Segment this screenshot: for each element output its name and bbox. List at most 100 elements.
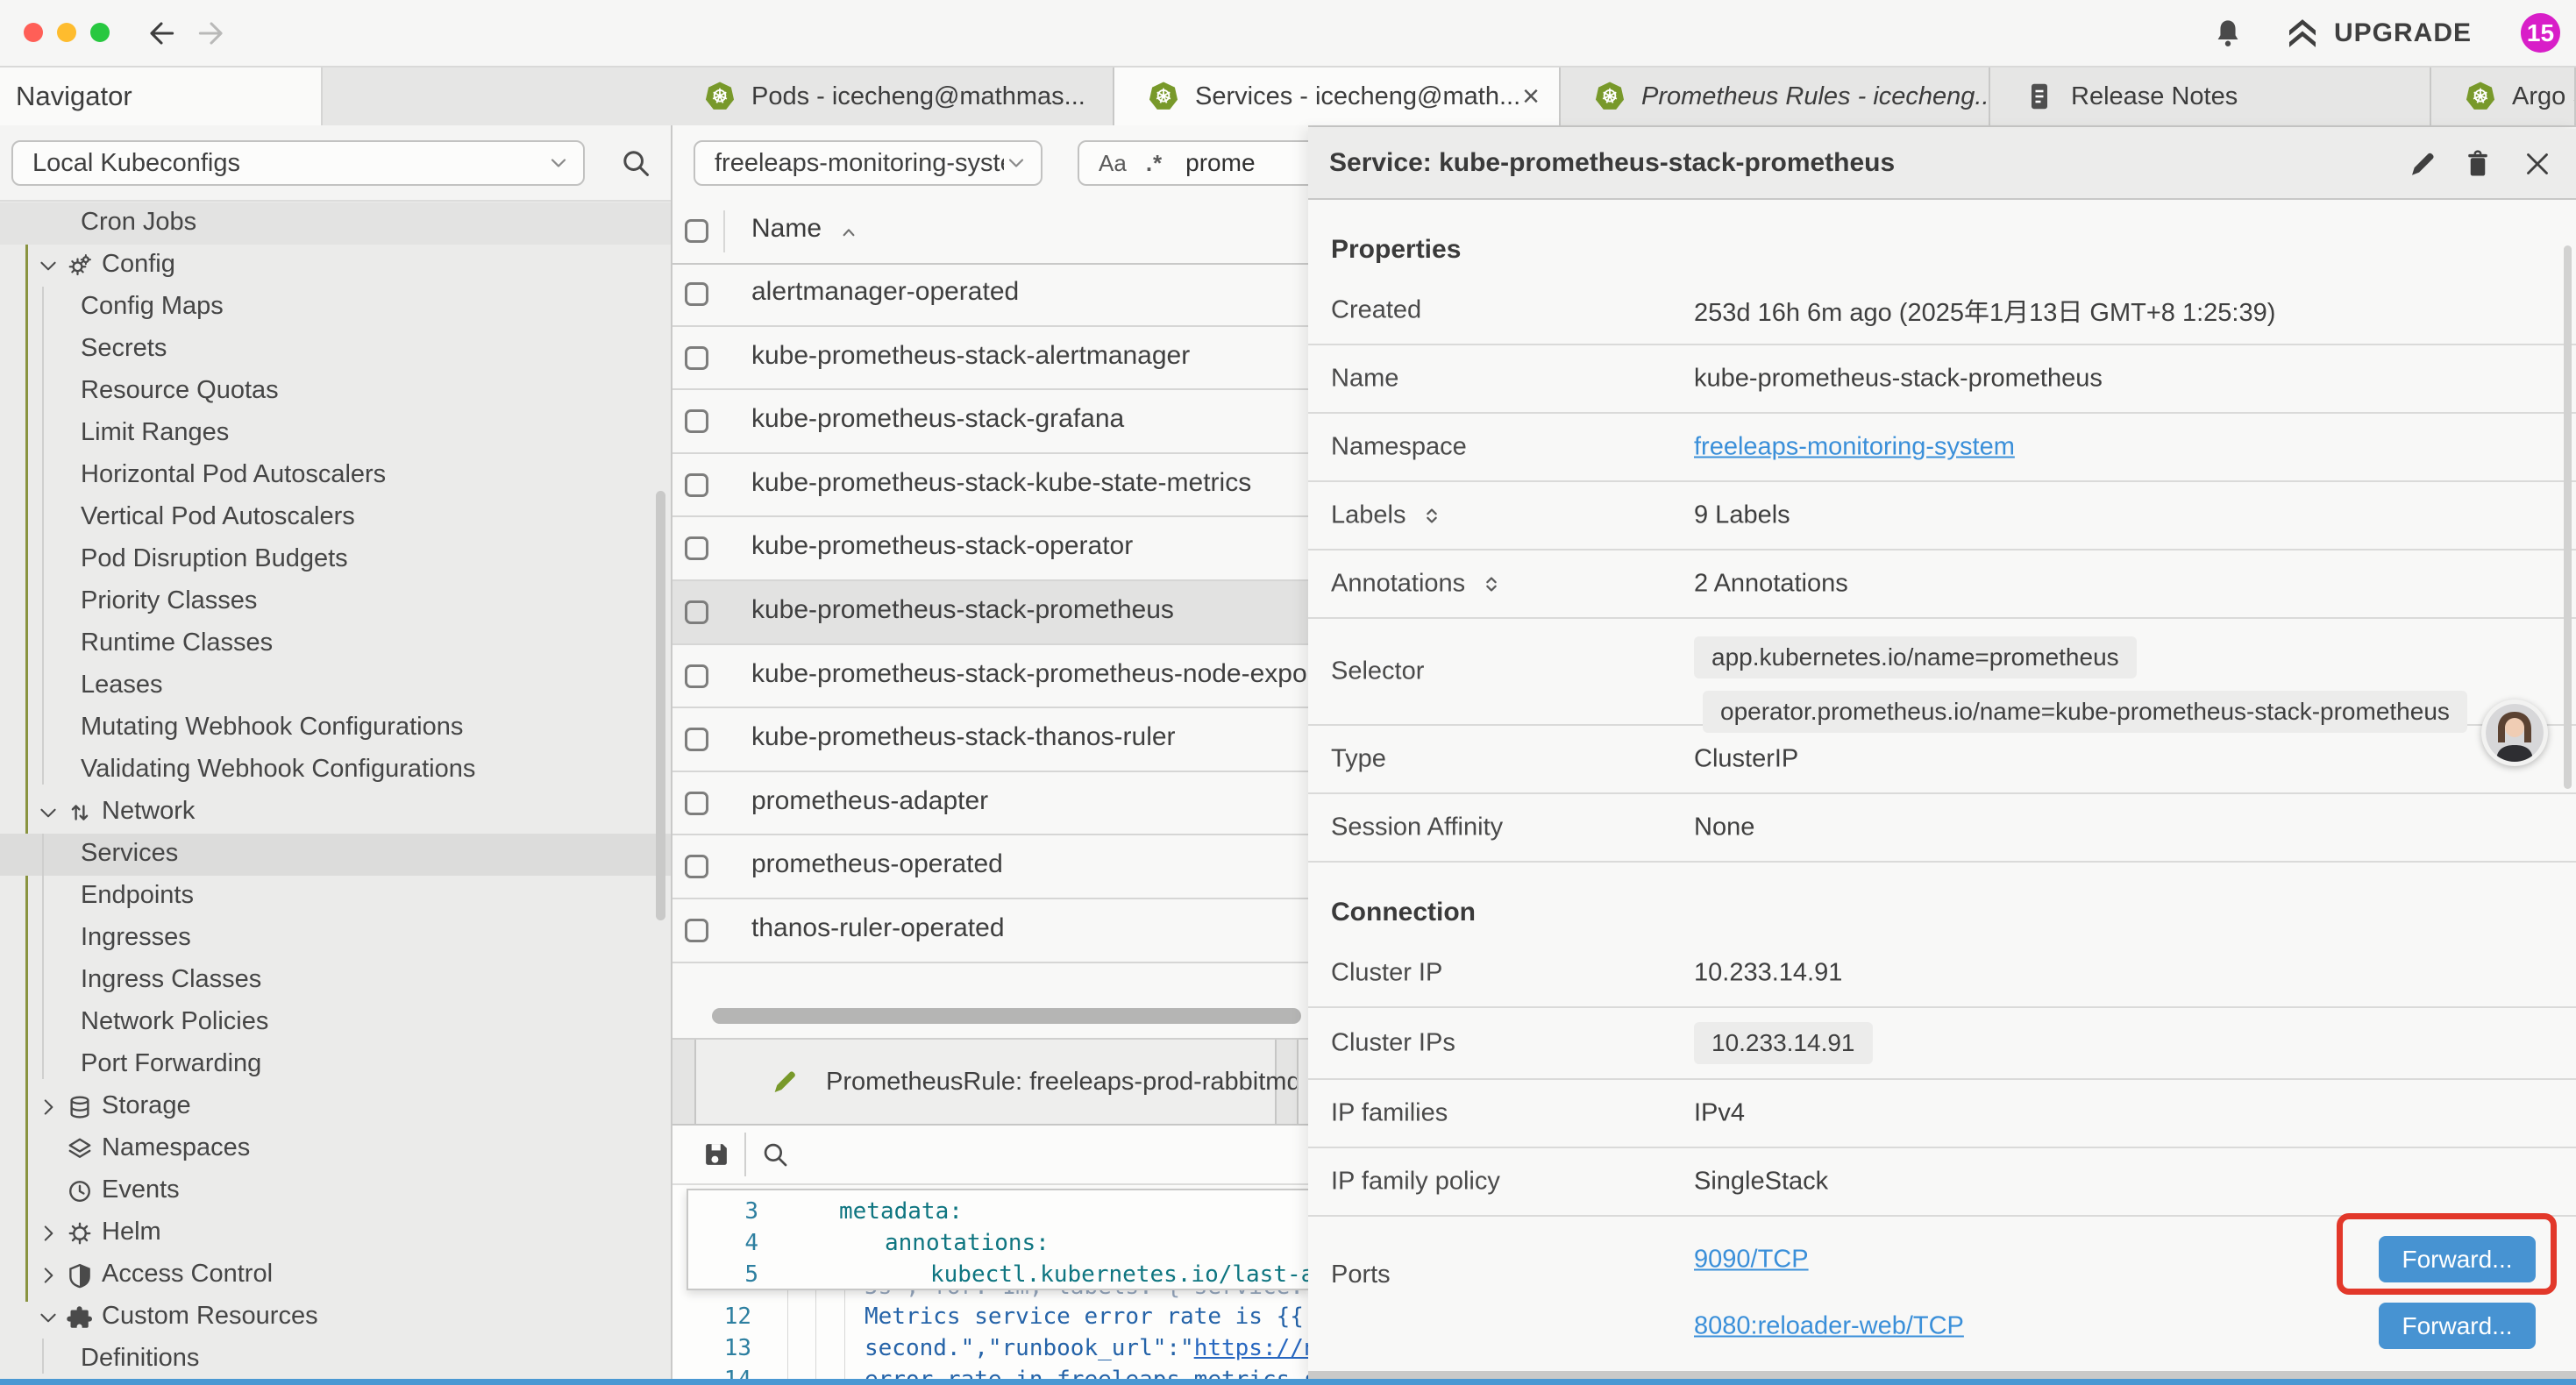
sidebar-item-storage[interactable]: Storage xyxy=(0,1086,671,1128)
port-link[interactable]: 9090/TCP xyxy=(1694,1246,1809,1275)
sidebar-item-pod-disruption-budgets[interactable]: Pod Disruption Budgets xyxy=(0,539,671,581)
table-row[interactable]: kube-prometheus-stack-thanos-ruler xyxy=(672,708,1308,772)
chevron-down-icon[interactable] xyxy=(37,254,60,277)
sidebar-item-horizontal-pod-autoscalers[interactable]: Horizontal Pod Autoscalers xyxy=(0,455,671,497)
chevron-right-icon[interactable] xyxy=(37,1264,60,1287)
sidebar-item-leases[interactable]: Leases xyxy=(0,665,671,707)
sidebar-item-resource-quotas[interactable]: Resource Quotas xyxy=(0,371,671,413)
app-tab[interactable]: Argo Se xyxy=(2431,67,2576,125)
regex-toggle[interactable]: .* xyxy=(1146,150,1163,177)
chevron-right-icon[interactable] xyxy=(37,1096,60,1119)
table-row[interactable]: kube-prometheus-stack-prometheus xyxy=(672,581,1308,645)
sidebar-scrollbar[interactable] xyxy=(656,491,665,920)
table-row[interactable]: thanos-ruler-operated xyxy=(672,899,1308,963)
close-window-button[interactable] xyxy=(24,23,43,42)
sidebar-item-network-policies[interactable]: Network Policies xyxy=(0,1002,671,1044)
back-arrow-icon[interactable] xyxy=(145,17,178,50)
sidebar-item-cron-jobs[interactable]: Cron Jobs xyxy=(0,202,671,245)
avatar[interactable] xyxy=(2481,700,2548,766)
row-checkbox[interactable] xyxy=(685,473,708,497)
search-icon[interactable] xyxy=(619,146,652,180)
sidebar-item-mutating-webhook-configurations[interactable]: Mutating Webhook Configurations xyxy=(0,707,671,749)
namespace-link[interactable]: freeleaps-monitoring-system xyxy=(1694,433,2015,462)
yaml-editor[interactable]: 5s", for: 1m, labels: { service: 12Metri… xyxy=(672,1185,1308,1379)
sidebar-item-port-forwarding[interactable]: Port Forwarding xyxy=(0,1044,671,1086)
row-checkbox[interactable] xyxy=(685,600,708,624)
sidebar-item-namespaces[interactable]: Namespaces xyxy=(0,1128,671,1170)
row-checkbox[interactable] xyxy=(685,792,708,815)
sort-ascending-icon[interactable] xyxy=(837,221,860,244)
row-checkbox[interactable] xyxy=(685,664,708,688)
sidebar-item-services[interactable]: Services xyxy=(0,834,671,876)
edit-pencil-icon[interactable] xyxy=(2407,148,2438,180)
maximize-window-button[interactable] xyxy=(90,23,110,42)
editor-tab[interactable]: PrometheusRule: freeleaps-prod-rabbitmq xyxy=(694,1040,1277,1124)
save-icon[interactable] xyxy=(700,1138,733,1171)
forward-button[interactable]: Forward... xyxy=(2379,1236,2536,1282)
app-tab[interactable]: Pods - icecheng@mathmas... xyxy=(671,67,1114,125)
row-checkbox[interactable] xyxy=(685,409,708,433)
row-checkbox[interactable] xyxy=(685,855,708,878)
close-tab-icon[interactable]: × xyxy=(1522,82,1540,111)
sidebar-item-events[interactable]: Events xyxy=(0,1170,671,1212)
expander-icon[interactable] xyxy=(1479,572,1504,596)
app-tab[interactable]: Services - icecheng@math... × xyxy=(1114,67,1561,125)
chevron-right-icon[interactable] xyxy=(37,1222,60,1245)
port-link[interactable]: 8080:reloader-web/TCP xyxy=(1694,1312,1964,1341)
app-tab[interactable]: Release Notes xyxy=(1990,67,2431,125)
forward-button[interactable]: Forward... xyxy=(2379,1303,2536,1349)
table-row[interactable]: kube-prometheus-stack-kube-state-metrics xyxy=(672,454,1308,518)
sidebar-item-config[interactable]: Config xyxy=(0,245,671,287)
expander-icon[interactable] xyxy=(1420,503,1444,528)
sidebar-item-endpoints[interactable]: Endpoints xyxy=(0,876,671,918)
sidebar-item-network[interactable]: Network xyxy=(0,792,671,834)
sidebar-item-limit-ranges[interactable]: Limit Ranges xyxy=(0,413,671,455)
row-checkbox[interactable] xyxy=(685,536,708,560)
code-link[interactable]: https://net xyxy=(1194,1335,1308,1361)
resource-search-input[interactable]: Aa .* prome xyxy=(1078,140,1308,186)
namespace-select[interactable]: freeleaps-monitoring-system xyxy=(694,140,1042,186)
table-row[interactable]: kube-prometheus-stack-alertmanager xyxy=(672,327,1308,391)
bell-icon[interactable] xyxy=(2211,17,2245,50)
table-row[interactable]: kube-prometheus-stack-operator xyxy=(672,517,1308,581)
trash-icon[interactable] xyxy=(2462,148,2494,180)
row-checkbox[interactable] xyxy=(685,346,708,370)
kubeconfig-select[interactable]: Local Kubeconfigs xyxy=(11,140,585,186)
sidebar-item-priority-classes[interactable]: Priority Classes xyxy=(0,581,671,623)
sidebar-item-vertical-pod-autoscalers[interactable]: Vertical Pod Autoscalers xyxy=(0,497,671,539)
horizontal-scrollbar[interactable] xyxy=(712,1008,1301,1024)
table-row[interactable]: prometheus-adapter xyxy=(672,772,1308,836)
table-row[interactable]: kube-prometheus-stack-prometheus-node-ex… xyxy=(672,645,1308,709)
table-row[interactable]: kube-prometheus-stack-grafana xyxy=(672,390,1308,454)
row-checkbox[interactable] xyxy=(685,728,708,751)
sidebar-item-config-maps[interactable]: Config Maps xyxy=(0,287,671,329)
sidebar-item-ingresses[interactable]: Ingresses xyxy=(0,918,671,960)
search-icon[interactable] xyxy=(760,1140,790,1169)
editor-tab-partial[interactable] xyxy=(1297,1040,1308,1124)
sidebar-item-definitions[interactable]: Definitions xyxy=(0,1339,671,1379)
table-row[interactable]: alertmanager-operated xyxy=(672,263,1308,327)
sidebar-item-validating-webhook-configurations[interactable]: Validating Webhook Configurations xyxy=(0,749,671,792)
sidebar-item-ingress-classes[interactable]: Ingress Classes xyxy=(0,960,671,1002)
sidebar-item-helm[interactable]: Helm xyxy=(0,1212,671,1254)
sidebar-item-secrets[interactable]: Secrets xyxy=(0,329,671,371)
sidebar-item-runtime-classes[interactable]: Runtime Classes xyxy=(0,623,671,665)
sidebar-item-custom-resources[interactable]: Custom Resources xyxy=(0,1296,671,1339)
select-all-checkbox[interactable] xyxy=(685,219,708,243)
match-case-toggle[interactable]: Aa xyxy=(1099,150,1127,177)
upgrade-button[interactable]: UPGRADE xyxy=(2334,18,2472,48)
chevron-down-icon[interactable] xyxy=(37,801,60,824)
forward-arrow-icon[interactable] xyxy=(195,17,228,50)
upgrade-chevrons-icon[interactable] xyxy=(2285,16,2320,51)
minimize-window-button[interactable] xyxy=(57,23,76,42)
drawer-scrollbar[interactable] xyxy=(2564,245,2572,789)
navigator-panel-tab[interactable]: Navigator xyxy=(0,67,323,125)
row-checkbox[interactable] xyxy=(685,282,708,306)
sidebar-item-access-control[interactable]: Access Control xyxy=(0,1254,671,1296)
name-column-header[interactable]: Name xyxy=(751,214,822,244)
chevron-down-icon[interactable] xyxy=(37,1306,60,1329)
app-tab[interactable]: Prometheus Rules - icecheng... xyxy=(1561,67,1990,125)
notification-badge[interactable]: 15 xyxy=(2521,13,2560,53)
close-icon[interactable] xyxy=(2522,148,2553,180)
row-checkbox[interactable] xyxy=(685,919,708,942)
